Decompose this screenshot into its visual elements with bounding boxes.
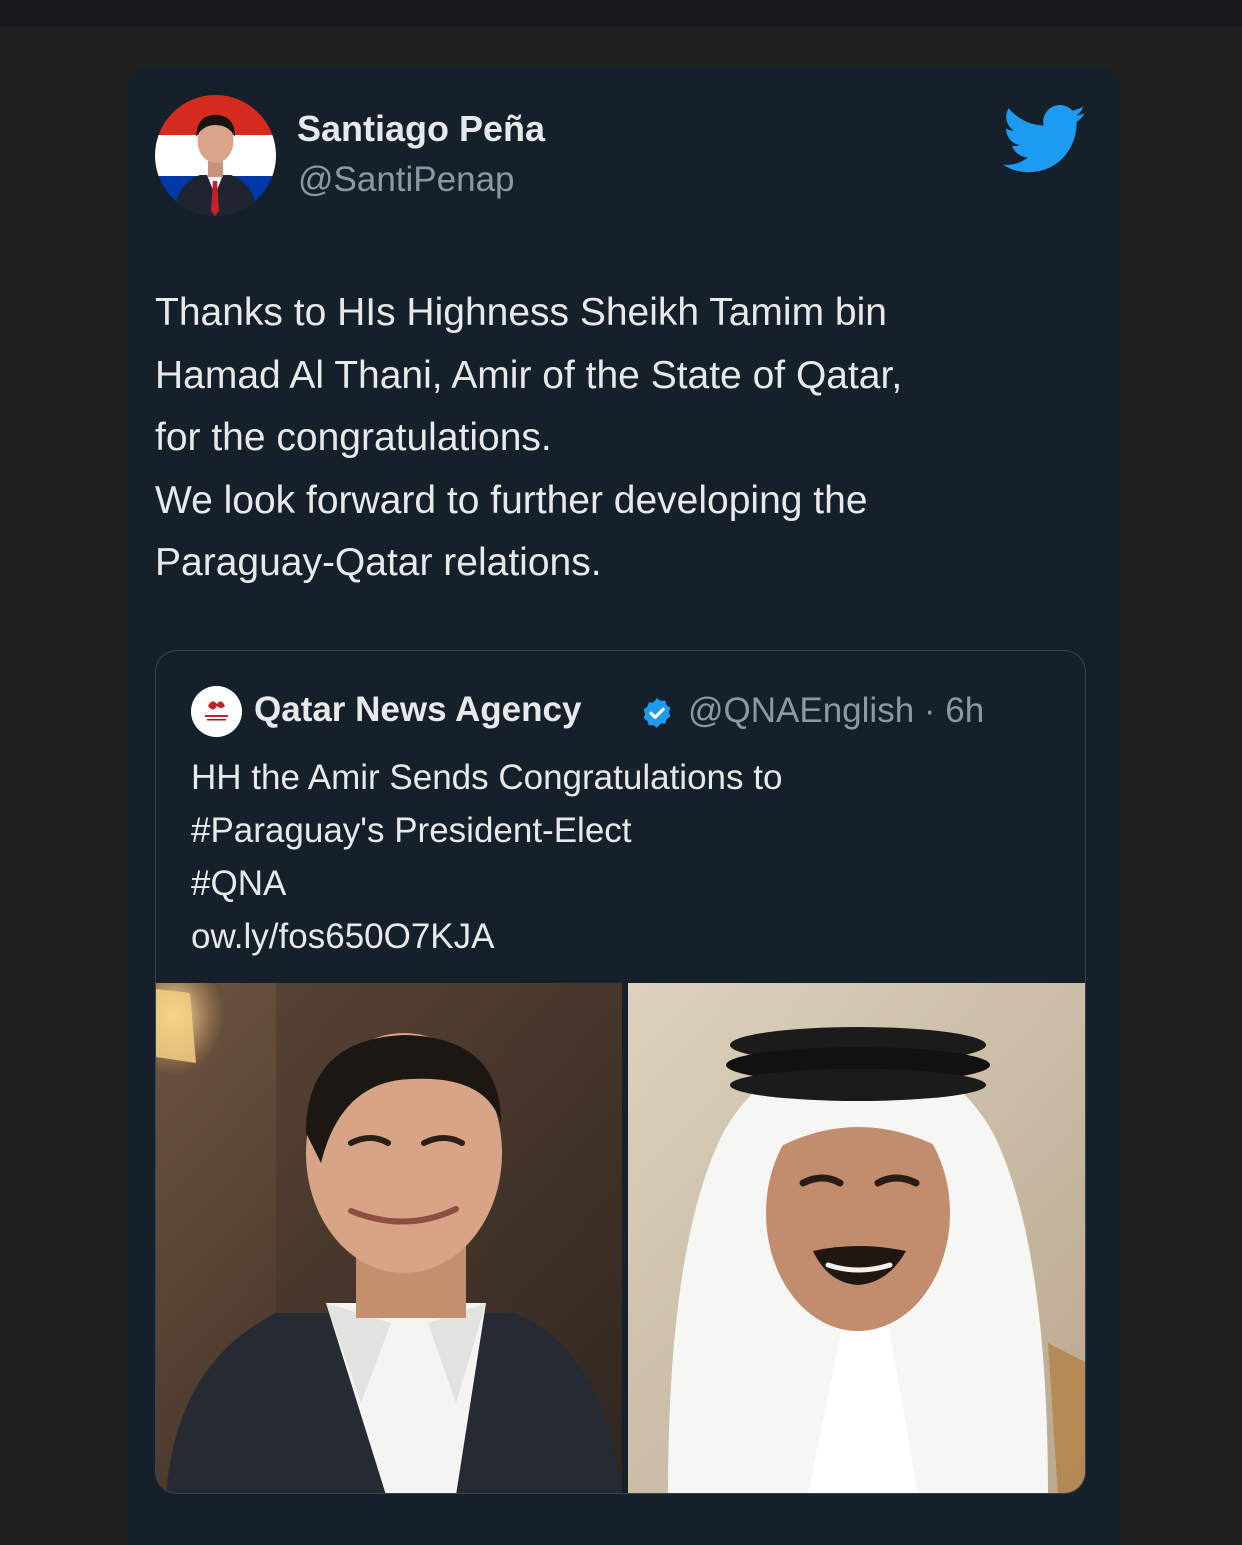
tweet-text-line: Thanks to HIs Highness Sheikh Tamim bin — [155, 291, 887, 334]
author-name[interactable]: Santiago Peña — [297, 108, 545, 150]
quoted-author-name[interactable]: Qatar News Agency — [254, 690, 581, 730]
photo-right[interactable] — [628, 983, 1085, 1493]
tweet-text: Thanks to HIs Highness Sheikh Tamim bin … — [155, 282, 1085, 595]
quoted-tweet-text: HH the Amir Sends Congratulations to #Pa… — [191, 751, 1071, 963]
tweet-text-line: Hamad Al Thani, Amir of the State of Qat… — [155, 353, 903, 397]
tweet-text-line: Paraguay-Qatar relations. — [155, 541, 602, 584]
top-status-bar — [0, 0, 1242, 26]
verified-badge-icon — [640, 696, 674, 730]
qna-logo-icon[interactable] — [191, 686, 242, 737]
quoted-text-line: HH the Amir Sends Congratulations to — [191, 758, 783, 797]
author-avatar[interactable] — [155, 95, 276, 216]
quoted-handle-time[interactable]: @QNAEnglish · 6h — [688, 691, 984, 731]
photo-left[interactable] — [156, 983, 622, 1493]
tweet-text-line: We look forward to further developing th… — [155, 478, 868, 522]
tweet-text-line: for the congratulations. — [155, 416, 552, 459]
author-handle[interactable]: @SantiPenap — [298, 160, 515, 200]
quoted-tweet[interactable]: Qatar News Agency @QNAEnglish · 6h HH th… — [155, 650, 1086, 1494]
quoted-text-line: #QNA — [191, 864, 287, 903]
quoted-text-link[interactable]: ow.ly/fos650O7KJA — [191, 910, 1071, 963]
twitter-bird-icon — [1002, 105, 1087, 175]
quoted-text-line: #Paraguay's President-Elect — [191, 811, 632, 850]
